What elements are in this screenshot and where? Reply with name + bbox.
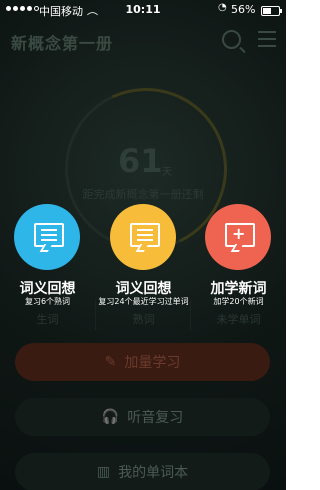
listening-review-button[interactable]: 🎧 听音复习: [15, 398, 270, 436]
card-list-icon: [130, 223, 160, 247]
card-tag: 未学单词: [216, 313, 261, 326]
card-subtitle: 复习24个最近学习过单词: [98, 297, 189, 306]
button-label: 加量学习: [124, 355, 181, 371]
review-recent-circle[interactable]: [110, 204, 176, 270]
divider: [95, 300, 96, 330]
my-wordbook-button[interactable]: ▥ 我的单词本: [15, 453, 270, 490]
review-familiar-card[interactable]: 词义回想 复习6个熟词 生词: [0, 204, 95, 334]
rotation-lock-icon: ◔: [218, 2, 227, 13]
card-title: 词义回想: [19, 281, 76, 297]
button-label: 我的单词本: [118, 465, 189, 481]
extra-study-button[interactable]: ✎ 加量学习: [15, 343, 270, 381]
headphones-icon: 🎧: [101, 409, 120, 425]
card-title: 词义回想: [115, 281, 172, 297]
app-screen: 中国移动 ︵ 10:11 ◔ 56% 新概念第一册 61 天 距完成新概念第一册…: [0, 0, 286, 490]
days-unit: 天: [162, 167, 172, 178]
search-icon[interactable]: [222, 30, 241, 49]
menu-icon[interactable]: [258, 31, 276, 47]
pencil-icon: ✎: [104, 354, 117, 370]
card-subtitle: 加学20个新词: [213, 297, 264, 306]
review-familiar-circle[interactable]: [14, 204, 80, 270]
page-title: 新概念第一册: [11, 34, 114, 53]
book-icon: ▥: [96, 464, 111, 480]
progress-caption: 距完成新概念第一册还剩: [82, 188, 204, 201]
divider: [190, 300, 191, 330]
add-new-words-card[interactable]: + 加学新词 加学20个新词 未学单词: [191, 204, 286, 334]
status-bar: 中国移动 ︵ 10:11 ◔ 56%: [0, 0, 286, 20]
card-tag: 熟词: [132, 313, 155, 326]
card-plus-icon: +: [225, 223, 255, 247]
battery-icon: [261, 6, 282, 16]
review-recent-card[interactable]: 词义回想 复习24个最近学习过单词 熟词: [96, 204, 191, 334]
card-subtitle: 复习6个熟词: [24, 297, 71, 306]
header: 新概念第一册: [0, 20, 286, 60]
add-new-words-circle[interactable]: +: [205, 204, 271, 270]
card-title: 加学新词: [210, 281, 267, 297]
card-tag: 生词: [36, 313, 59, 326]
days-remaining: 61: [118, 142, 163, 180]
battery-percent: 56%: [231, 3, 256, 16]
button-label: 听音复习: [127, 410, 184, 426]
card-list-icon: [34, 223, 64, 247]
